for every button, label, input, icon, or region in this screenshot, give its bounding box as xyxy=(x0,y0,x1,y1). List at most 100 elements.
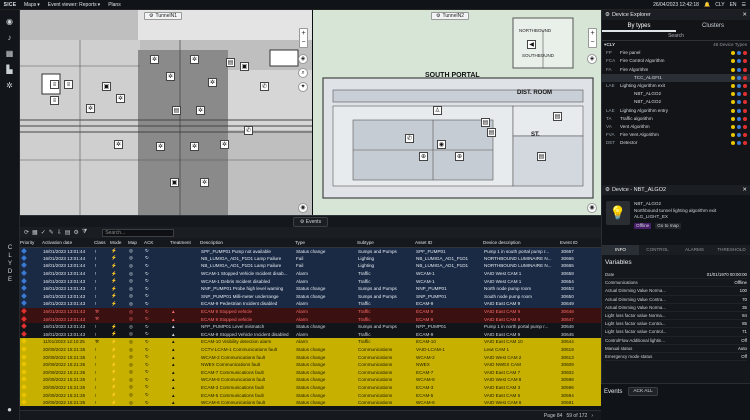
tab-threshold[interactable]: THRESHOLD xyxy=(713,245,750,255)
phone-icon[interactable]: ✆ xyxy=(405,134,414,143)
fan-icon[interactable]: ✲ xyxy=(116,94,125,103)
table-row[interactable]: 20/09/2022 15:21:35! ⚡ ◎ ↻ ▲ NWEX Communicati… xyxy=(20,360,601,369)
goto-map-button[interactable]: Go to map xyxy=(655,222,681,229)
edit-icon[interactable]: ✎ xyxy=(49,229,54,236)
menu-event-viewer[interactable]: Event viewer: Reports ▾ xyxy=(48,2,100,8)
valve-icon[interactable]: ⊕ xyxy=(419,152,428,161)
fan-icon[interactable]: ✲ xyxy=(166,72,175,81)
table-row[interactable]: 16/01/2023 13:01:43 ⚒ ◎ ↻ ▲ ECAM 9 Stopped ve… xyxy=(20,315,601,323)
col-ack[interactable]: ACK xyxy=(144,238,170,248)
print-icon[interactable]: ▤ xyxy=(65,229,71,236)
sign-icon[interactable]: ▤ xyxy=(553,112,562,121)
sensor-icon[interactable]: ◉ xyxy=(437,140,446,149)
camera-icon[interactable]: ▣ xyxy=(102,82,111,91)
table-row[interactable]: 20/09/2022 15:21:35! ⚡ ◎ ↻ ▲ WCAM-6 Communica… xyxy=(20,398,601,407)
col-activation-date[interactable]: Activation date xyxy=(42,238,94,248)
camera-icon[interactable]: ▣ xyxy=(240,62,249,71)
refresh-icon[interactable]: ⟳ xyxy=(24,229,29,236)
layers-icon[interactable]: ◈ xyxy=(298,54,308,64)
zoom-in-button[interactable]: + xyxy=(300,29,307,38)
building-icon[interactable]: ▙ xyxy=(5,65,14,74)
table-row[interactable]: 20/09/2022 15:21:35! ⚡ ◎ ↻ ▲ ECAM-7 Communica… xyxy=(20,368,601,377)
col-type[interactable]: Type xyxy=(295,238,357,248)
fan-icon[interactable]: ✲ xyxy=(220,140,229,149)
menu-icon[interactable]: ☰ xyxy=(742,2,746,8)
eye-icon[interactable]: ◉ xyxy=(298,203,308,213)
ack-all-button[interactable]: ACK ALL xyxy=(628,387,658,396)
events-tab[interactable]: ⚙ Events xyxy=(292,216,329,227)
tree-item[interactable]: LAE Lighting Algorithm exit xyxy=(602,82,750,90)
tab-alarms[interactable]: ALARMS xyxy=(676,245,713,255)
compass-icon[interactable]: ✦ xyxy=(298,82,308,92)
table-row[interactable]: 16/01/2023 13:01:44! ⚡ ◎ ↻ NB_LUMIGA_AD1_P1D… xyxy=(20,254,601,263)
col-event-id[interactable]: Event ID xyxy=(560,238,601,248)
table-row[interactable]: 20/09/2022 15:21:35! ⚡ ◎ ↻ ▲ ECAM-5 Communica… xyxy=(20,391,601,399)
sign-icon[interactable]: ▤ xyxy=(537,152,546,161)
gear-icon[interactable]: ✲ xyxy=(5,81,14,90)
chevron-right-icon[interactable]: › xyxy=(591,413,593,419)
user-icon[interactable]: ● xyxy=(5,405,14,414)
sign-icon[interactable]: ▤ xyxy=(481,118,490,127)
site-selector[interactable]: CLY xyxy=(715,2,724,8)
sign-icon[interactable]: ▤ xyxy=(487,128,496,137)
compass-icon[interactable]: ◉ xyxy=(5,17,14,26)
zoom-out-button[interactable]: − xyxy=(589,38,596,47)
fan-icon[interactable]: ✲ xyxy=(150,55,159,64)
bell-icon[interactable]: ♪ xyxy=(5,33,14,42)
table-row[interactable]: 20/09/2022 15:21:35! ⚡ ◎ ↻ ▲ CCTV-LCAM-1 Comm… xyxy=(20,345,601,354)
person-icon[interactable]: ♙ xyxy=(433,106,442,115)
table-row[interactable]: 11/01/2023 12:10:25 ⚒ ⚡ ◎ ↻ ▲ ECAM-10 Visibili… xyxy=(20,338,601,346)
layers-icon[interactable]: ◈ xyxy=(587,54,597,64)
grid-icon[interactable]: ▦ xyxy=(32,229,38,236)
fan-icon[interactable]: ✲ xyxy=(196,106,205,115)
eye-icon[interactable]: ◉ xyxy=(587,203,597,213)
tree-item[interactable]: FCA Fire Control Algorithm xyxy=(602,57,750,65)
phone-icon[interactable]: ✆ xyxy=(244,126,253,135)
tree-item[interactable]: TCC_ALGFI1 xyxy=(602,73,750,82)
tree-item[interactable]: FA Fire Algorithm xyxy=(602,66,750,74)
tree-item[interactable]: FVA Fire Vent Algorithm xyxy=(602,131,750,139)
table-row[interactable]: 16/01/2023 13:01:44! ⚡ ◎ ↻ SPF_FUMP01 Pump n… xyxy=(20,247,601,255)
table-row[interactable]: 20/09/2022 15:21:35! ⚡ ◎ ↻ ▲ WCAM-2 Communica… xyxy=(20,353,601,361)
table-row[interactable]: 16/01/2023 13:01:43! ⚡ ◎ ↻ SNP_PUMP01 Milli-… xyxy=(20,292,601,301)
table-row[interactable]: 16/01/2023 13:01:44! ⚡ ◎ ↻ NB_LUMIGA_AD1_P1D… xyxy=(20,262,601,270)
traffic-light-icon[interactable]: ≡ xyxy=(50,96,59,105)
filter-icon[interactable]: ⧩ xyxy=(82,229,87,236)
events-search-input[interactable]: Search... xyxy=(102,228,175,237)
search-icon[interactable]: ⌕ xyxy=(298,68,308,78)
fan-icon[interactable]: ✲ xyxy=(86,104,95,113)
tree-item[interactable]: TA Traffic algorithm xyxy=(602,115,750,123)
tree-item[interactable]: NBT_ALGO2 xyxy=(602,98,750,106)
camera-icon[interactable]: ▣ xyxy=(170,178,179,187)
col-device-description[interactable]: Device description xyxy=(483,238,560,248)
table-row[interactable]: 20/09/2022 15:21:35! ⚡ ◎ ↻ ▲ ECAM-3 Communica… xyxy=(20,383,601,392)
dashboard-icon[interactable]: ▦ xyxy=(5,49,14,58)
sign-icon[interactable]: ▤ xyxy=(226,58,235,67)
menu-maps[interactable]: Maps ▾ xyxy=(24,2,40,8)
tab-by-types[interactable]: By types xyxy=(602,20,676,32)
fan-icon[interactable]: ✲ xyxy=(200,178,209,187)
fan-icon[interactable]: ✲ xyxy=(156,142,165,151)
table-row[interactable]: 20/09/2022 15:21:35! ⚡ ◎ ↻ ▲ WCAM-8 Communica… xyxy=(20,376,601,384)
table-row[interactable]: 16/01/2023 13:01:44! ⚡ ◎ ↻ WCAM-1 Stopped Ve… xyxy=(20,269,601,278)
tree-root[interactable]: ▾ CLY 48 Device Types xyxy=(602,41,750,49)
tree-item[interactable]: NBT_ALGO2 xyxy=(602,90,750,98)
fan-icon[interactable]: ✲ xyxy=(190,142,199,151)
speaker-icon[interactable]: ◀ xyxy=(527,40,536,49)
col-description[interactable]: Description xyxy=(200,238,295,248)
traffic-light-icon[interactable]: ≡ xyxy=(64,80,73,89)
tree-item[interactable]: DET Detector xyxy=(602,139,750,147)
tab-clusters[interactable]: Clusters xyxy=(676,20,750,32)
fan-icon[interactable]: ✲ xyxy=(190,55,199,64)
traffic-light-icon[interactable]: ≡ xyxy=(50,80,59,89)
tab-tunnel-n2[interactable]: ⚙ TunnelN2 xyxy=(431,12,469,20)
col-map[interactable]: Map xyxy=(128,238,144,248)
map-tunnel-n2[interactable]: ⚙ TunnelN2 NORTHBOUND SOUTHBOUND ◀ SOUTH … xyxy=(313,10,601,215)
fan-icon[interactable]: ✲ xyxy=(114,140,123,149)
table-row[interactable]: 16/01/2023 13:01:43! ⚡ ◎ ↻ ECAM-9 Pedestrian… xyxy=(20,300,601,308)
table-row[interactable]: 16/01/2023 13:01:43! ⚡ ◎ ↻ ▲ ECAM-9 Stopped V… xyxy=(20,330,601,339)
col-class[interactable]: Class xyxy=(94,238,110,248)
settings-icon[interactable]: ⚙ xyxy=(73,229,78,236)
col-asset-id[interactable]: Asset ID xyxy=(415,238,483,248)
bell-icon[interactable]: 🔔 xyxy=(704,2,710,8)
